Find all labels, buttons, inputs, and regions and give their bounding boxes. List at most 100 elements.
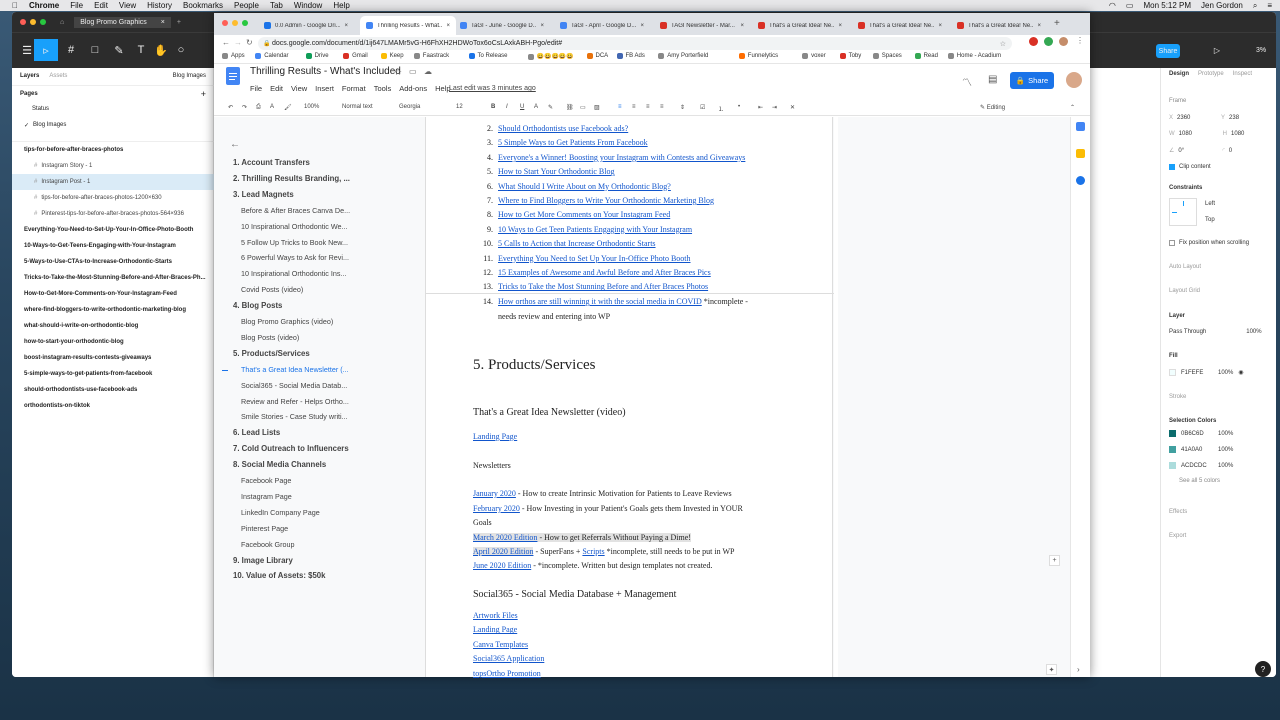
comment-tool-icon[interactable]: ○ (170, 39, 192, 61)
effects-title[interactable]: Effects (1169, 509, 1187, 515)
fill-hex[interactable]: F1FEFE (1181, 370, 1213, 376)
menu-people[interactable]: People (234, 1, 259, 10)
apple-icon[interactable]:  (12, 1, 18, 10)
outline-item[interactable]: Instagram Page (241, 492, 292, 501)
frame-label[interactable]: Frame (1169, 98, 1186, 104)
keep-addon-icon[interactable] (1076, 149, 1085, 158)
layer-item[interactable]: boost-instagram-results-contests-giveawa… (12, 350, 214, 366)
italic-button[interactable]: I (506, 104, 508, 110)
bulleted-list-icon[interactable]: • (738, 104, 740, 110)
blog-post-link[interactable]: Tricks to Take the Most Stunning Before … (498, 282, 708, 291)
bookmark-item[interactable]: 😀😀😀😀😀 (527, 53, 574, 60)
menu-window[interactable]: Window (294, 1, 322, 10)
menu-edit[interactable]: Edit (94, 1, 108, 10)
wifi-icon[interactable]: ◠ (1109, 1, 1116, 10)
rotation-field[interactable]: 0° (1178, 148, 1218, 154)
social365-link[interactable]: Landing Page (473, 625, 517, 634)
docs-menu-file[interactable]: File (250, 84, 262, 93)
outline-item[interactable]: 10. Value of Assets: $50k (233, 571, 325, 580)
text-color-icon[interactable]: A (534, 104, 538, 110)
layer-item[interactable]: tips-for-before-after-braces-photos (12, 142, 214, 158)
browser-tab[interactable]: That's a Great Idea! Ne... × (951, 16, 1047, 35)
url-text[interactable]: docs.google.com/document/d/1ij647LMAMr5v… (272, 40, 562, 47)
share-button[interactable]: 🔒 Share (1010, 72, 1054, 89)
align-center-icon[interactable]: ≡ (632, 104, 636, 110)
bookmark-item[interactable]: voxer (802, 53, 826, 59)
outline-item[interactable]: Smile Stories - Case Study writi... (241, 412, 348, 421)
blog-post-link[interactable]: How orthos are still winning it with the… (498, 297, 702, 306)
social365-link[interactable]: Social365 Application (473, 654, 544, 663)
reload-icon[interactable]: ↻ (246, 38, 253, 47)
blog-post-link[interactable]: 10 Ways to Get Teen Patients Engaging wi… (498, 225, 692, 234)
justify-icon[interactable]: ≡ (660, 104, 664, 110)
expand-panel-icon[interactable]: › (1077, 665, 1080, 674)
docs-menu-add-ons[interactable]: Add-ons (399, 84, 427, 93)
home-icon[interactable]: ⌂ (60, 19, 64, 26)
outline-item[interactable]: 6 Powerful Ways to Ask for Revi... (241, 253, 349, 262)
stroke-title[interactable]: Stroke (1169, 394, 1186, 400)
bookmark-item[interactable]: DCA (586, 53, 608, 59)
doc-title[interactable]: Thrilling Results - What's Included (250, 66, 401, 77)
layer-item[interactable]: How-to-Get-More-Comments-on-Your-Instagr… (12, 286, 214, 302)
outline-item[interactable]: 8. Social Media Channels (233, 460, 326, 469)
docs-menu-tools[interactable]: Tools (374, 84, 392, 93)
outline-item[interactable]: 3. Lead Magnets (233, 190, 294, 199)
eye-icon[interactable]: ◉ (1238, 369, 1243, 376)
last-edit-link[interactable]: Last edit was 3 minutes ago (449, 85, 536, 92)
checklist-icon[interactable]: ☑ (700, 104, 705, 111)
figma-file-tab[interactable]: Blog Promo Graphics × (74, 16, 171, 28)
control-center-icon[interactable]: ≡ (1267, 1, 1272, 10)
blog-post-link[interactable]: How to Get More Comments on Your Instagr… (498, 210, 670, 219)
x-field[interactable]: 2360 (1177, 115, 1217, 121)
kebab-menu-icon[interactable]: ⋮ (1076, 36, 1084, 45)
close-icon[interactable]: × (540, 23, 544, 29)
figma-share-button[interactable]: Share (1156, 44, 1180, 58)
w-field[interactable]: 1080 (1179, 131, 1219, 137)
outline-item[interactable]: That's a Great Idea Newsletter (... (241, 365, 349, 374)
outline-item[interactable]: 4. Blog Posts (233, 301, 282, 310)
activity-icon[interactable]: 〽 (962, 74, 972, 89)
close-icon[interactable]: × (640, 23, 644, 29)
move-folder-icon[interactable]: ▭ (409, 67, 417, 76)
docs-menu-edit[interactable]: Edit (270, 84, 283, 93)
color-swatch[interactable] (1169, 430, 1176, 437)
undo-icon[interactable]: ↶ (228, 104, 233, 111)
constraints-widget[interactable] (1169, 198, 1197, 226)
bookmark-item[interactable]: Read (914, 53, 938, 59)
bookmark-item[interactable]: FB Ads (616, 53, 645, 59)
frame-tool-icon[interactable]: # (60, 39, 82, 61)
outline-item[interactable]: 6. Lead Lists (233, 428, 280, 437)
constraint-horizontal[interactable]: Left (1205, 201, 1215, 207)
browser-tab[interactable]: Thrilling Results - What... × (360, 16, 456, 35)
layer-item[interactable]: # Instagram Post - 1 (12, 174, 214, 190)
march-2020-link[interactable]: March 2020 Edition (473, 533, 537, 542)
layer-item[interactable]: 10-Ways-to-Get-Teens-Engaging-with-Your-… (12, 238, 214, 254)
text-tool-icon[interactable]: T (130, 39, 152, 61)
menu-file[interactable]: File (70, 1, 83, 10)
layer-opacity[interactable]: 100% (1246, 329, 1261, 335)
comments-icon[interactable]: ▤ (988, 74, 997, 85)
collapse-toolbar-icon[interactable]: ⌃ (1070, 104, 1075, 111)
window-minimize-button[interactable] (232, 20, 238, 26)
bookmark-item[interactable]: Keep (380, 53, 404, 59)
menu-bookmarks[interactable]: Bookmarks (183, 1, 223, 10)
bookmark-item[interactable]: Faastrack (413, 53, 449, 59)
window-minimize-button[interactable] (30, 19, 36, 25)
outline-item[interactable]: Facebook Group (241, 540, 295, 549)
underline-button[interactable]: U (520, 104, 524, 110)
link-icon[interactable]: ⛓ (566, 104, 574, 111)
browser-tab[interactable]: TaGI - June - Google D... × (454, 16, 550, 35)
help-icon[interactable]: ? (1255, 661, 1271, 677)
browser-tab[interactable]: TAGI Newsletter - Mar... × (654, 16, 750, 35)
docs-logo-icon[interactable] (226, 67, 240, 85)
bookmark-item[interactable]: Spaces (872, 53, 902, 59)
close-icon[interactable]: × (938, 23, 942, 29)
outline-item[interactable]: Before & After Braces Canva De... (241, 206, 350, 215)
color-swatch[interactable] (1169, 462, 1176, 469)
docs-menu-format[interactable]: Format (342, 84, 366, 93)
h-field[interactable]: 1080 (1231, 131, 1244, 137)
omnibox[interactable]: 🔒 docs.google.com/document/d/1ij647LMAMr… (258, 37, 1012, 50)
back-icon[interactable]: ← (222, 38, 230, 47)
browser-tab[interactable]: That's a Great Idea! Ne... × (852, 16, 948, 35)
june-2020-link[interactable]: June 2020 Edition (473, 561, 531, 570)
